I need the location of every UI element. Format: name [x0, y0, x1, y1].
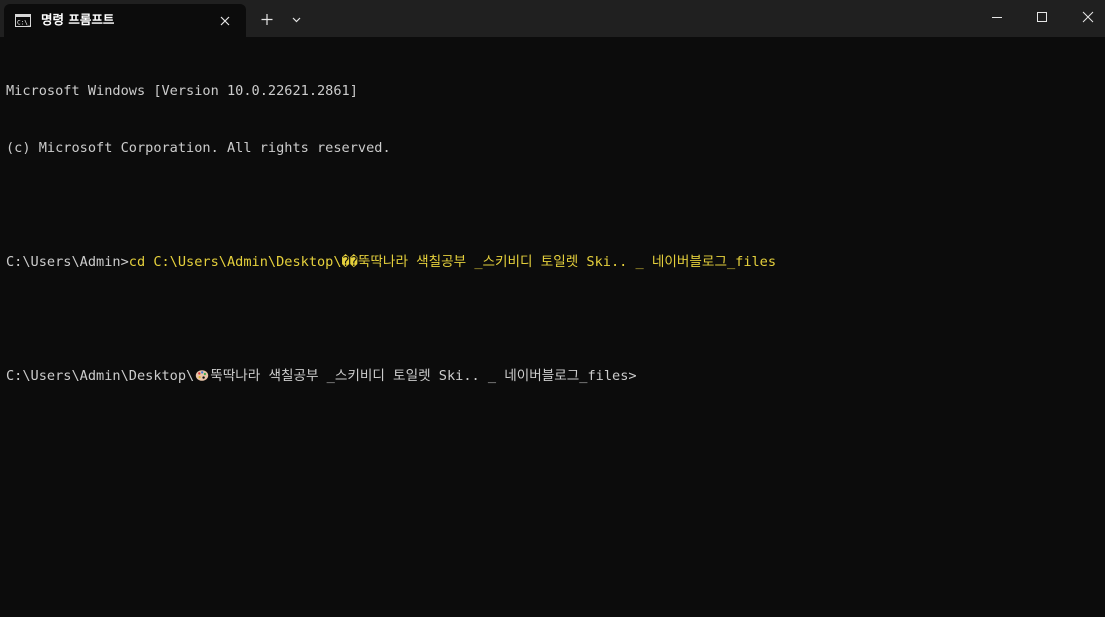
tab-close-button[interactable] [214, 11, 236, 31]
prompt-path: C:\Users\Admin\Desktop\ [6, 368, 195, 384]
tab-command-prompt[interactable]: C:\_ 명령 프롬프트 [4, 4, 246, 37]
new-tab-button[interactable] [254, 6, 280, 32]
terminal-window: C:\_ 명령 프롬프트 Microsoft Windows [Version … [0, 0, 1105, 617]
close-icon [220, 16, 230, 26]
maximize-icon [1037, 12, 1047, 22]
minimize-button[interactable] [974, 0, 1020, 33]
cmd-console-icon: C:\_ [15, 14, 31, 27]
prompt-text: C:\Users\Admin> [6, 254, 129, 270]
command-text: cd C:\Users\Admin\Desktop\��뚝딱나라 색칠공부 _스… [128, 254, 777, 270]
tab-title: 명령 프롬프트 [41, 12, 115, 27]
close-icon [1082, 11, 1094, 23]
svg-text:C:\_: C:\_ [17, 20, 31, 27]
chevron-down-icon [292, 17, 301, 23]
console-command-line: C:\Users\Admin>cd C:\Users\Admin\Desktop… [6, 253, 1096, 272]
console-line: (c) Microsoft Corporation. All rights re… [6, 140, 391, 156]
maximize-button[interactable] [1019, 0, 1065, 33]
minimize-icon [992, 17, 1002, 18]
plus-icon [261, 14, 273, 25]
prompt-path-suffix: 뚝딱나라 색칠공부 _스키비디 토일렛 Ski.. _ 네이버블로그_files… [210, 368, 637, 384]
tab-dropdown-button[interactable] [284, 6, 308, 32]
window-close-button[interactable] [1064, 0, 1105, 33]
console-output[interactable]: Microsoft Windows [Version 10.0.22621.28… [6, 44, 1096, 424]
console-line: Microsoft Windows [Version 10.0.22621.28… [6, 83, 358, 99]
palette-emoji-icon [194, 368, 210, 382]
title-bar[interactable]: C:\_ 명령 프롬프트 [0, 0, 1105, 37]
console-prompt-line: C:\Users\Admin\Desktop\ 뚝딱나라 색칠공부 _스키비디 … [6, 367, 1096, 386]
